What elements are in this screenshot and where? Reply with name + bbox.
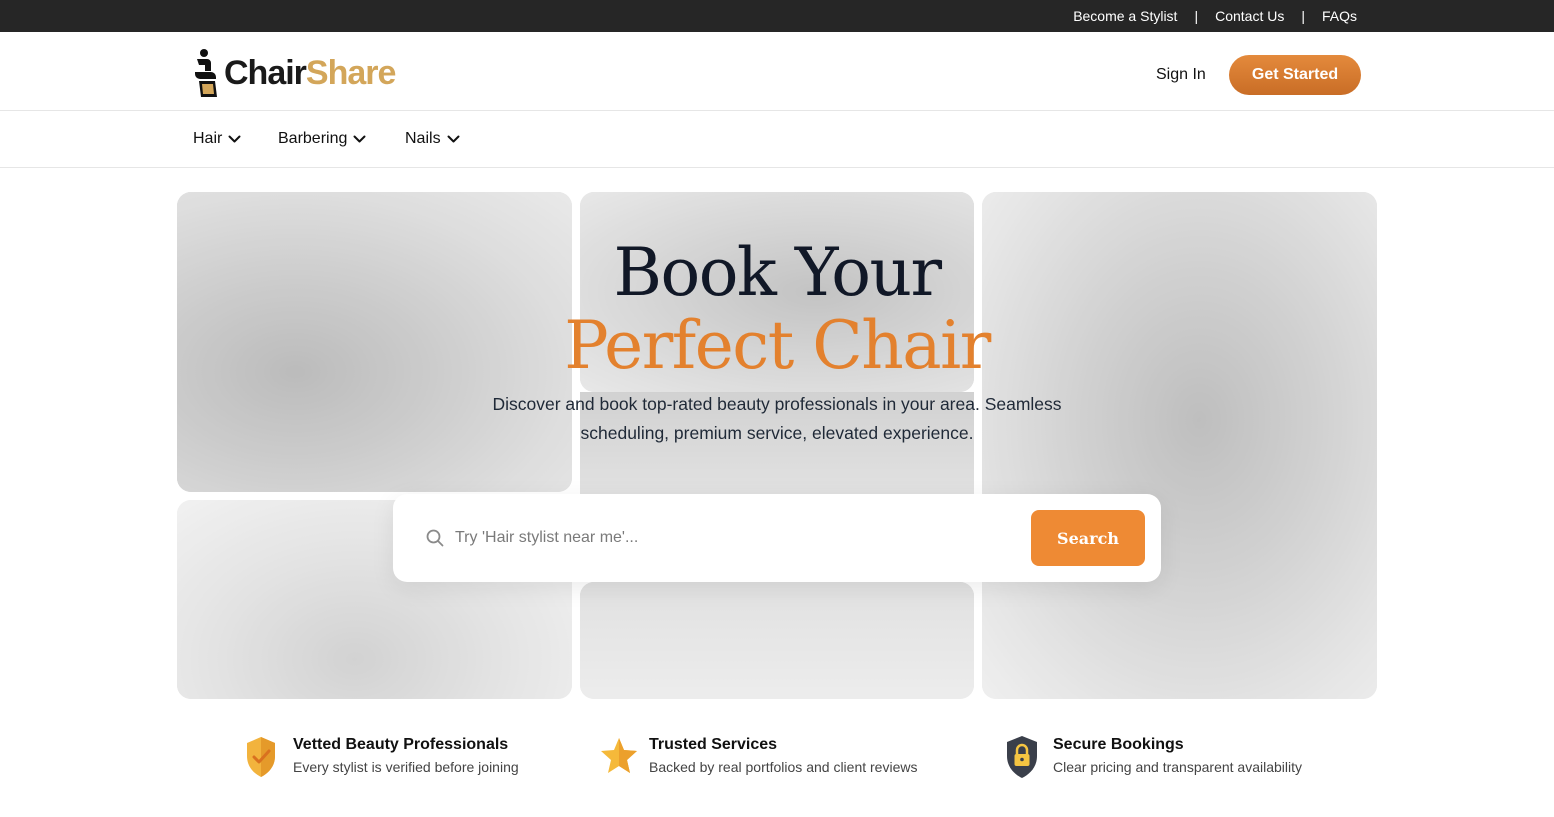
hero-subtitle-line2: scheduling, premium service, elevated ex… (580, 423, 974, 443)
logo-text: ChairShare (224, 54, 396, 92)
feature-text: Trusted Services Backed by real portfoli… (649, 734, 917, 777)
nav-item-label: Hair (193, 130, 223, 147)
feature-description: Clear pricing and transparent availabili… (1053, 759, 1303, 775)
sign-in-link[interactable]: Sign In (1156, 66, 1206, 84)
search-box: Search (393, 494, 1161, 582)
lock-shield-icon (1007, 736, 1037, 778)
feature-title: Trusted Services (649, 736, 778, 753)
feature-text: Vetted Beauty Professionals Every stylis… (293, 734, 519, 777)
separator: | (1301, 8, 1305, 24)
contact-us-link[interactable]: Contact Us (1215, 8, 1284, 24)
hero-title-line1: Book Your (613, 234, 942, 311)
hero-photo-salon (580, 582, 974, 699)
search-icon (426, 529, 444, 547)
logo-text-share: Share (305, 54, 396, 92)
nav-item-label: Nails (405, 130, 441, 147)
hero-subtitle: Discover and book top-rated beauty profe… (477, 390, 1077, 448)
become-stylist-link[interactable]: Become a Stylist (1073, 8, 1177, 24)
nav-item-hair[interactable]: Hair (193, 130, 241, 148)
utility-links: Become a Stylist | Contact Us | FAQs (1073, 0, 1357, 32)
feature-description: Every stylist is verified before joining (293, 759, 519, 775)
chair-logo-icon (195, 49, 217, 97)
category-nav: Hair Barbering Nails (0, 111, 1554, 168)
chevron-down-icon (447, 135, 460, 142)
chevron-down-icon (353, 135, 366, 142)
utility-bar: Become a Stylist | Contact Us | FAQs (0, 0, 1554, 32)
separator: | (1194, 8, 1199, 24)
shield-check-icon (247, 737, 275, 777)
logo-text-chair: Chair (224, 54, 307, 92)
feature-title: Secure Bookings (1053, 736, 1184, 753)
hero-subtitle-line1: Discover and book top-rated beauty profe… (492, 394, 1062, 414)
faqs-link[interactable]: FAQs (1322, 8, 1357, 24)
feature-title: Vetted Beauty Professionals (293, 736, 509, 753)
feature-trusted: Trusted Services Backed by real portfoli… (599, 734, 917, 780)
get-started-button[interactable]: Get Started (1229, 55, 1361, 95)
nav-item-nails[interactable]: Nails (405, 130, 460, 148)
site-header: ChairShare Sign In Get Started (0, 32, 1554, 111)
feature-description: Backed by real portfolios and client rev… (649, 759, 918, 775)
logo[interactable]: ChairShare (192, 47, 396, 99)
nav-item-barbering[interactable]: Barbering (278, 130, 366, 148)
feature-vetted: Vetted Beauty Professionals Every stylis… (243, 734, 519, 780)
hero-title-line2: Perfect Chair (564, 307, 991, 384)
search-button[interactable]: Search (1031, 510, 1145, 566)
chevron-down-icon (228, 135, 241, 142)
nav-item-label: Barbering (278, 130, 348, 147)
star-icon (601, 738, 637, 773)
search-input[interactable] (455, 522, 1015, 554)
feature-text: Secure Bookings Clear pricing and transp… (1053, 734, 1302, 777)
feature-secure: Secure Bookings Clear pricing and transp… (1003, 734, 1302, 780)
